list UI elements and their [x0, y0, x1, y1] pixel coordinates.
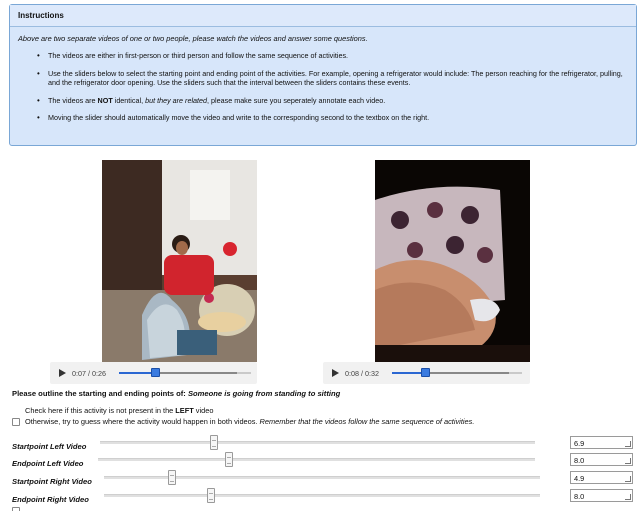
right-video-time: 0:08 / 0:32	[345, 368, 379, 378]
left-video-time: 0:07 / 0:26	[72, 368, 106, 378]
otherwise-text: Otherwise, try to guess where the activi…	[25, 417, 258, 426]
right-video[interactable]	[375, 160, 530, 362]
instructions-list: The videos are either in first-person or…	[18, 51, 628, 123]
question-prefix: Please outline the starting and ending p…	[12, 389, 188, 398]
not-present-text-end: video	[195, 406, 214, 415]
seekbar-played	[119, 372, 155, 374]
instruction-text: The videos are	[48, 95, 98, 105]
not-present-text: Check here if this activity is not prese…	[25, 406, 174, 415]
slider-thumb[interactable]	[207, 488, 215, 503]
endpoint-right-label: Endpoint Right Video	[12, 495, 89, 504]
startpoint-left-input[interactable]: 6.9	[570, 436, 633, 449]
endpoint-right-slider[interactable]	[104, 488, 540, 503]
instructions-title: Instructions	[10, 5, 636, 27]
otherwise-italic: Remember that the videos follow the same…	[259, 417, 475, 426]
left-video-seekbar[interactable]	[119, 368, 251, 377]
right-video-frame	[375, 160, 530, 362]
startpoint-right-label: Startpoint Right Video	[12, 477, 92, 486]
endpoint-left-slider[interactable]	[98, 452, 535, 467]
instruction-item: The videos are either in first-person or…	[18, 51, 628, 61]
not-present-line: Check here if this activity is not prese…	[25, 406, 213, 415]
question-activity: Someone is going from standing to sittin…	[187, 389, 341, 398]
endpoint-left-input[interactable]: 8.0	[570, 453, 633, 466]
left-video-frame	[102, 160, 257, 362]
bottom-checkbox[interactable]	[12, 507, 20, 511]
seekbar-handle[interactable]	[421, 368, 430, 377]
instructions-panel: Instructions Above are two separate vide…	[9, 4, 637, 146]
left-video-controls: 0:07 / 0:26	[50, 362, 257, 384]
right-video-seekbar[interactable]	[392, 368, 522, 377]
play-icon[interactable]	[332, 369, 339, 377]
startpoint-right-slider[interactable]	[104, 470, 540, 485]
instructions-body: Above are two separate videos of one or …	[10, 27, 636, 123]
instruction-text: identical,	[112, 95, 146, 105]
otherwise-line: Otherwise, try to guess where the activi…	[12, 417, 474, 426]
slider-thumb[interactable]	[225, 452, 233, 467]
endpoint-right-input[interactable]: 8.0	[570, 489, 633, 502]
instruction-item: The videos are NOT identical, but they a…	[18, 96, 628, 106]
not-present-bold: LEFT	[175, 406, 194, 415]
left-video[interactable]	[102, 160, 257, 362]
right-video-controls: 0:08 / 0:32	[323, 362, 530, 384]
startpoint-left-slider[interactable]	[100, 435, 535, 450]
instruction-bold: NOT	[97, 95, 113, 105]
instruction-item: Use the sliders below to select the star…	[18, 69, 628, 88]
play-icon[interactable]	[59, 369, 66, 377]
instructions-intro: Above are two separate videos of one or …	[18, 34, 368, 43]
startpoint-left-label: Startpoint Left Video	[12, 442, 87, 451]
endpoint-left-label: Endpoint Left Video	[12, 459, 84, 468]
seekbar-handle[interactable]	[151, 368, 160, 377]
not-present-checkbox[interactable]	[12, 417, 20, 426]
slider-thumb[interactable]	[168, 470, 176, 485]
question-title: Please outline the starting and ending p…	[12, 389, 340, 398]
startpoint-right-input[interactable]: 4.9	[570, 471, 633, 484]
slider-thumb[interactable]	[210, 435, 218, 450]
instruction-item: Moving the slider should automatically m…	[18, 113, 628, 123]
instruction-italic: but they are related	[145, 95, 208, 105]
instruction-text: , please make sure you seperately annota…	[207, 95, 386, 105]
